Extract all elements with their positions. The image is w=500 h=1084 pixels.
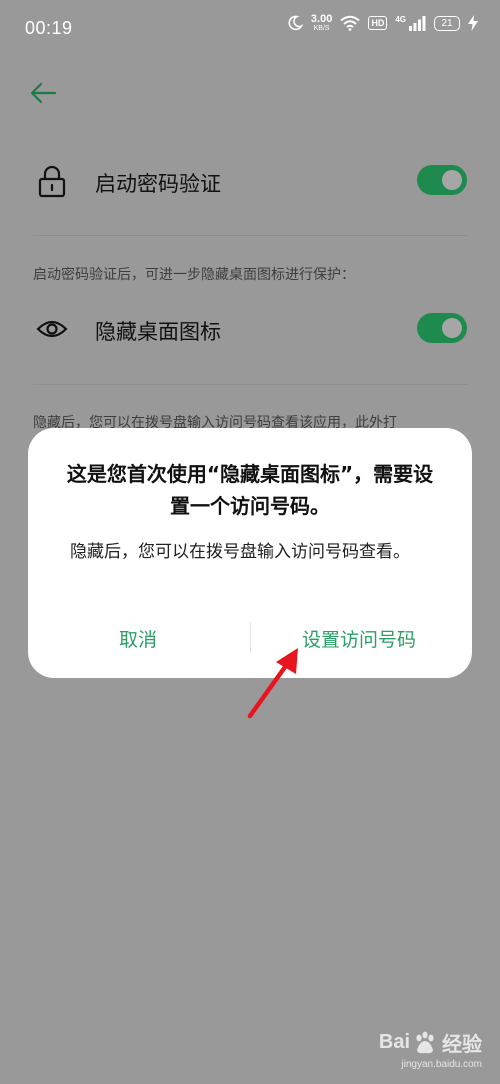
paw-icon [416,1031,434,1053]
password-verification-toggle[interactable] [417,165,467,195]
wifi-icon [340,15,360,31]
protection-hint: 启动密码验证后，可进一步隐藏桌面图标进行保护： [33,267,355,283]
status-bar: 00:19 3.00 KB/S HD 4G 21 [0,0,500,62]
lock-icon [38,165,66,198]
toggle-knob [442,318,462,338]
hide-desktop-icon-toggle[interactable] [417,313,467,343]
cancel-button[interactable]: 取消 [68,618,208,662]
status-time: 00:19 [25,18,73,38]
eye-icon [36,320,68,338]
moon-icon [288,15,303,31]
watermark-brand: Bai [378,1031,410,1053]
network-type: 4G [395,14,406,24]
network-speed: 3.00 KB/S [310,13,333,33]
back-arrow-icon[interactable] [28,80,58,106]
divider [33,384,467,385]
hide-desktop-icon-row[interactable]: 隐藏桌面图标 [0,300,500,360]
hide-desktop-icon-label: 隐藏桌面图标 [95,320,221,344]
hd-badge: HD [368,16,388,30]
battery-level: 21 [441,17,453,29]
password-verification-row[interactable]: 启动密码验证 [0,152,500,212]
signal-icon [409,16,426,31]
watermark-suffix: 经验 [442,1034,482,1056]
battery-indicator: 21 [434,15,460,31]
charging-icon [468,15,478,31]
annotation-arrow-icon [247,648,298,719]
dialog-message: 隐藏后，您可以在拨号盘输入访问号码查看。 [70,542,410,562]
password-verification-label: 启动密码验证 [95,172,221,196]
network-speed-unit: KB/S [313,25,330,32]
watermark-url: jingyan.baidu.com [401,1059,482,1070]
dialog-title: 这是您首次使用“隐藏桌面图标”，需要设置一个访问号码。 [66,462,434,518]
status-icons: 3.00 KB/S HD 4G 21 [287,14,478,32]
network-speed-value: 3.00 [310,13,333,25]
baidu-jingyan-watermark: Bai 经验 jingyan.baidu.com [379,1028,482,1070]
toggle-knob [442,170,462,190]
divider [33,235,467,236]
